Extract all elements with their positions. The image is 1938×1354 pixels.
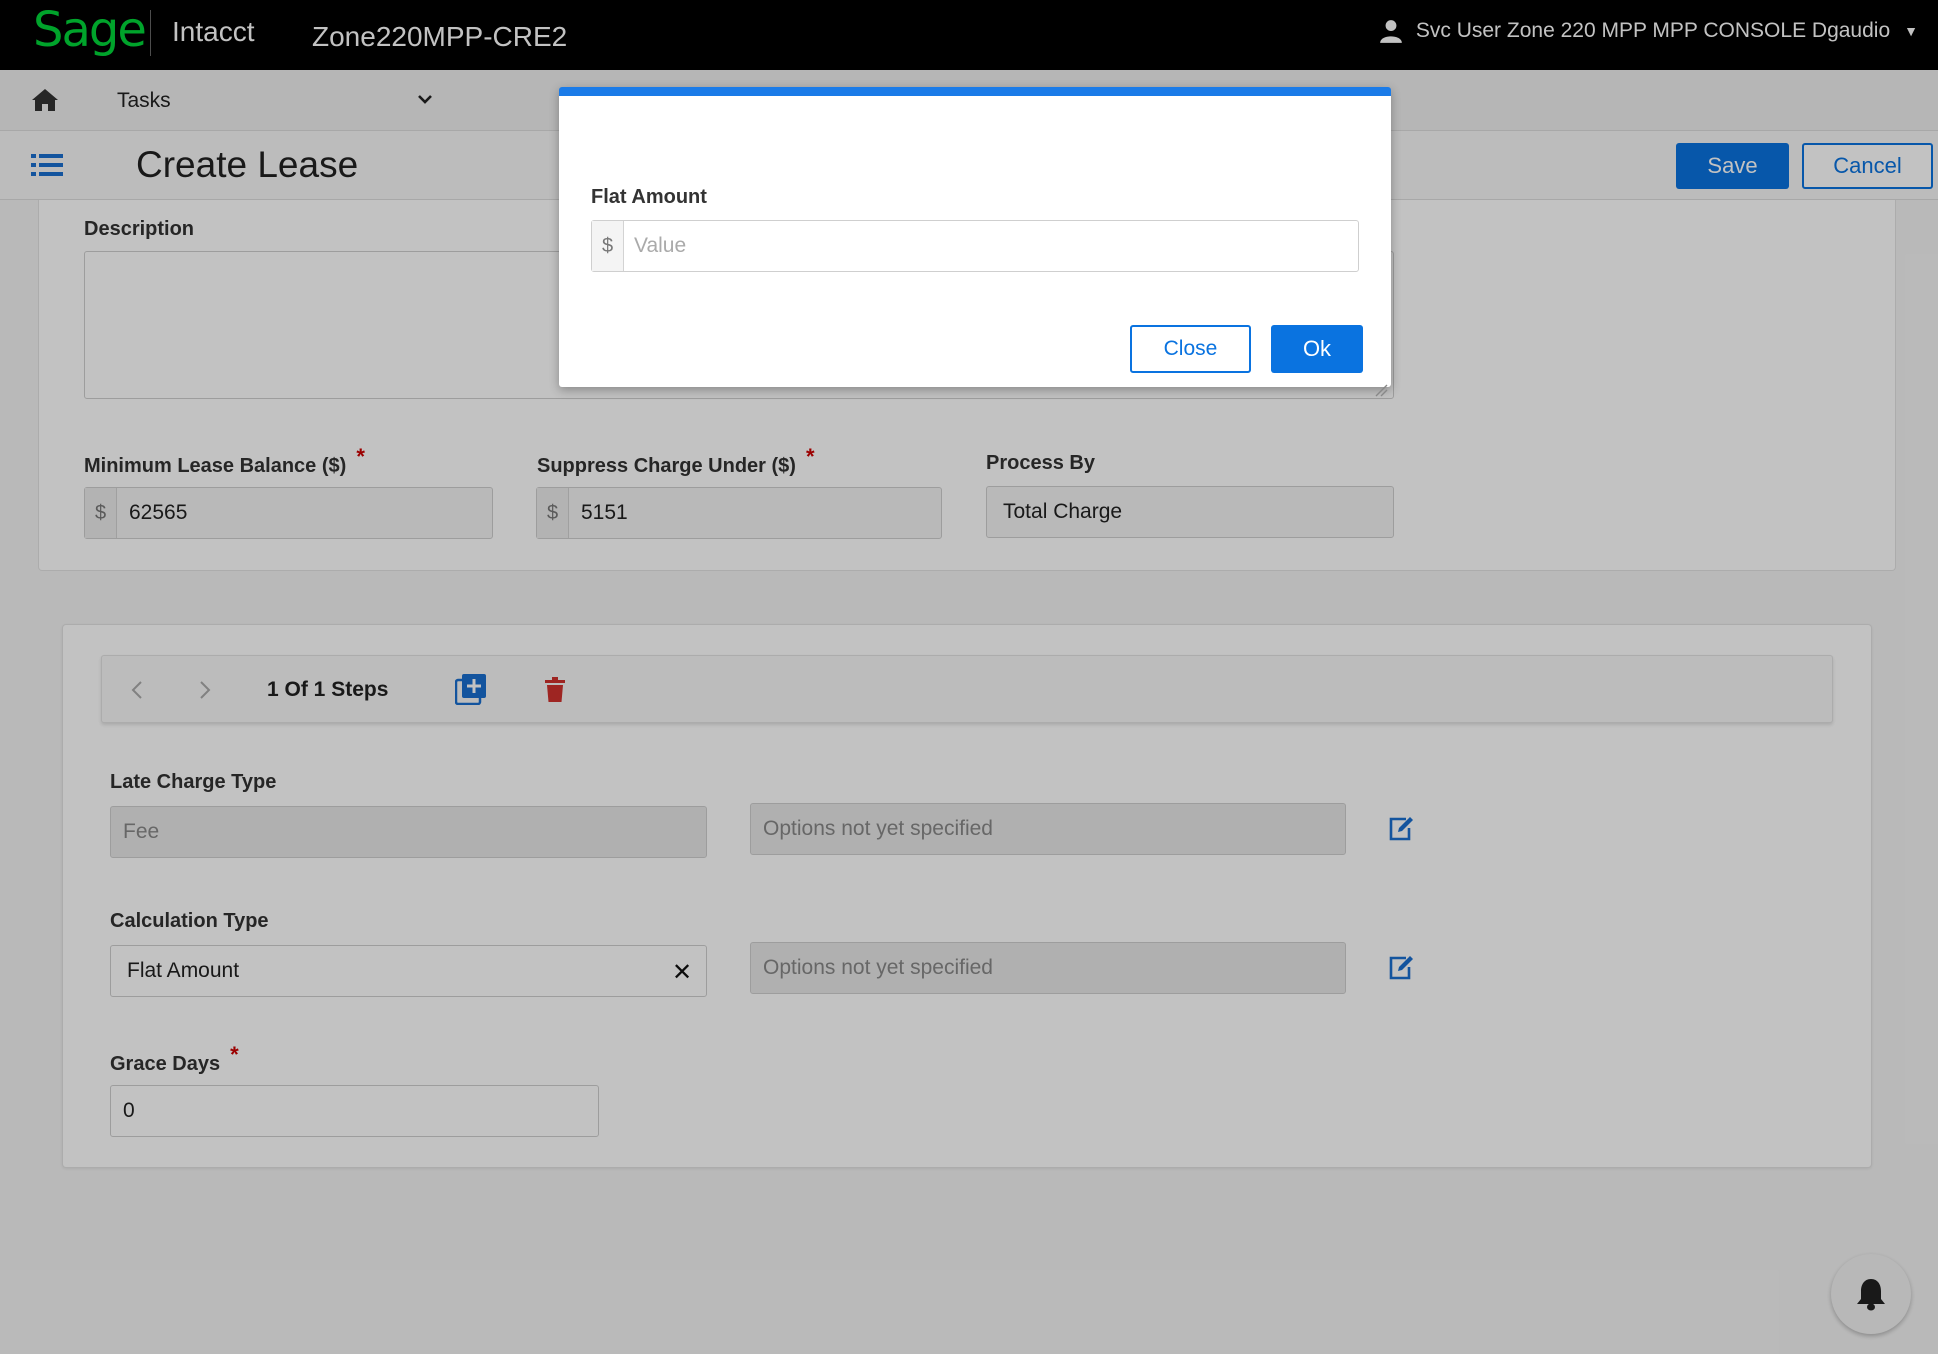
ok-button[interactable]: Ok <box>1271 325 1363 373</box>
flat-amount-dialog: Flat Amount $ Close Ok <box>559 87 1391 387</box>
currency-prefix: $ <box>592 221 624 271</box>
flat-amount-field[interactable]: $ <box>591 220 1359 272</box>
close-button[interactable]: Close <box>1130 325 1251 373</box>
resize-grip-icon[interactable] <box>1374 383 1388 397</box>
flat-amount-input[interactable] <box>624 221 1358 271</box>
flat-amount-label: Flat Amount <box>591 186 707 208</box>
